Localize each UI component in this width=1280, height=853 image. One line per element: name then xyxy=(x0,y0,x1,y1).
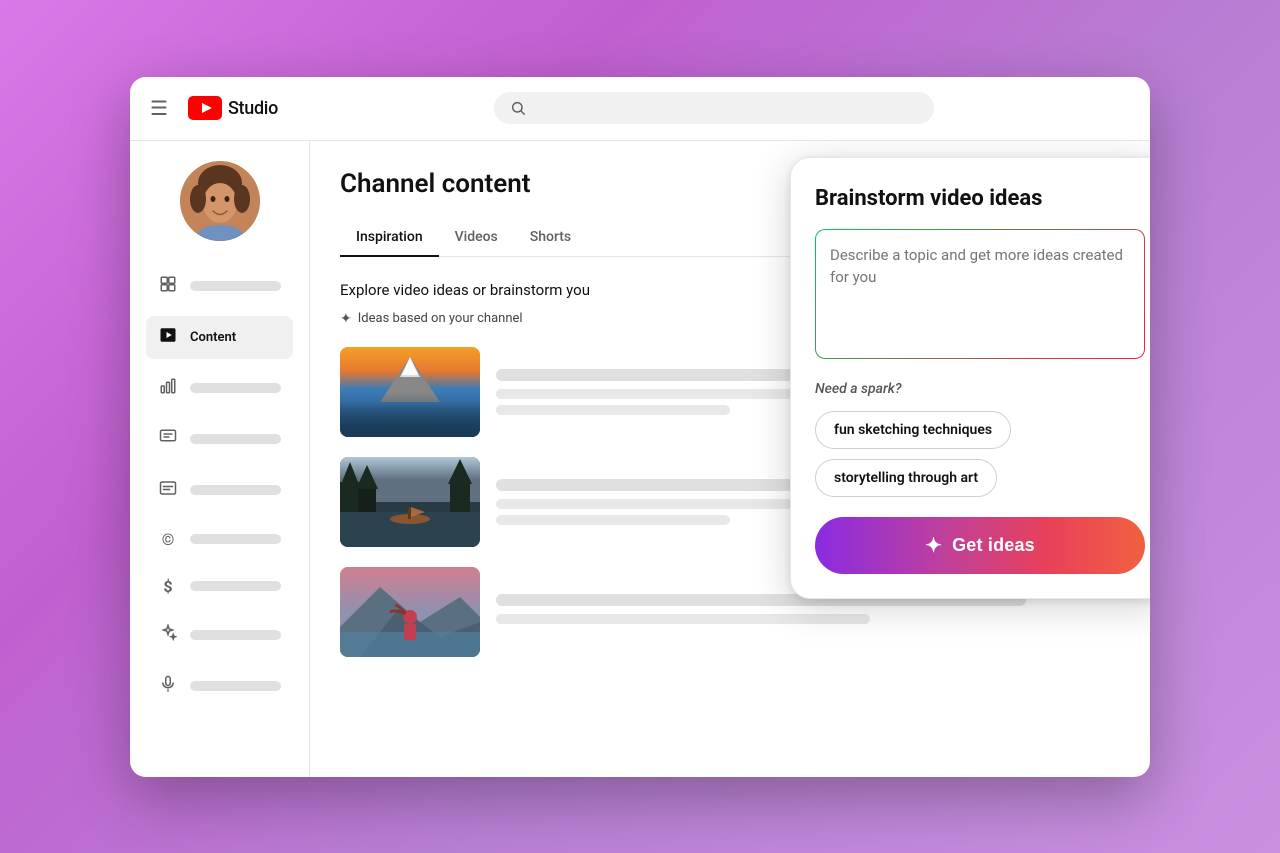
analytics-label-placeholder xyxy=(190,383,281,393)
get-ideas-button[interactable]: ✦ Get ideas xyxy=(815,517,1145,574)
brainstorm-panel: Brainstorm video ideas Need a spark? fun… xyxy=(790,157,1150,599)
content-label: Content xyxy=(190,330,236,345)
logo-area: Studio xyxy=(188,96,278,120)
hamburger-icon[interactable]: ☰ xyxy=(150,96,168,120)
star-icon: ✦ xyxy=(925,533,942,558)
video-meta-3 xyxy=(496,594,1120,630)
search-input[interactable] xyxy=(536,100,918,116)
sidebar-item-dashboard[interactable] xyxy=(146,265,293,308)
sidebar-item-audio[interactable] xyxy=(146,665,293,708)
video-thumbnail-1 xyxy=(340,347,480,437)
tab-shorts[interactable]: Shorts xyxy=(514,219,587,257)
customization-icon xyxy=(158,624,178,647)
main-content: Content xyxy=(130,141,1150,777)
brainstorm-title: Brainstorm video ideas xyxy=(815,186,1145,211)
sidebar-item-comments[interactable] xyxy=(146,418,293,461)
video-thumbnail-3 xyxy=(340,567,480,657)
chip-fun-sketching[interactable]: fun sketching techniques xyxy=(815,411,1011,449)
video-sub-bar-sm xyxy=(496,405,730,415)
ideas-tag-label: Ideas based on your channel xyxy=(358,311,523,326)
monetization-icon: $ xyxy=(158,577,178,596)
subtitles-icon xyxy=(158,479,178,502)
sidebar-item-subtitles[interactable] xyxy=(146,469,293,512)
sidebar-item-monetization[interactable]: $ xyxy=(146,567,293,606)
sidebar: Content xyxy=(130,141,310,777)
sidebar-label-placeholder xyxy=(190,281,281,291)
comments-icon xyxy=(158,428,178,451)
tab-videos[interactable]: Videos xyxy=(439,219,514,257)
copyright-icon: © xyxy=(158,530,178,549)
copyright-label-placeholder xyxy=(190,534,281,544)
spark-icon: ✦ xyxy=(340,311,352,327)
monetization-label-placeholder xyxy=(190,581,281,591)
get-ideas-label: Get ideas xyxy=(952,535,1035,556)
top-bar: ☰ Studio xyxy=(130,77,1150,141)
person-mountain-thumb xyxy=(340,567,480,657)
dashboard-icon xyxy=(158,275,178,298)
video-thumbnail-2 xyxy=(340,457,480,547)
page-area: Channel content Inspiration Videos Short… xyxy=(310,141,1150,777)
search-icon xyxy=(510,100,526,116)
browser-window: ☰ Studio xyxy=(130,77,1150,777)
forest-lake-thumb xyxy=(340,457,480,547)
sidebar-item-copyright[interactable]: © xyxy=(146,520,293,559)
video-sub-bar-3 xyxy=(496,614,870,624)
youtube-logo-icon xyxy=(188,96,222,120)
video-sub-bar-sm-2 xyxy=(496,515,730,525)
comments-label-placeholder xyxy=(190,434,281,444)
sidebar-item-customization[interactable] xyxy=(146,614,293,657)
sidebar-item-analytics[interactable] xyxy=(146,367,293,410)
content-icon xyxy=(158,326,178,349)
chip-storytelling[interactable]: storytelling through art xyxy=(815,459,997,497)
audio-icon xyxy=(158,675,178,698)
tab-inspiration[interactable]: Inspiration xyxy=(340,219,439,257)
search-bar[interactable] xyxy=(494,92,934,124)
audio-label-placeholder xyxy=(190,681,281,691)
avatar xyxy=(180,161,260,241)
sidebar-item-content[interactable]: Content xyxy=(146,316,293,359)
spark-prompt: Need a spark? xyxy=(815,381,1145,397)
studio-label: Studio xyxy=(228,98,278,119)
sidebar-nav: Content xyxy=(130,265,309,708)
chip-row: fun sketching techniques storytelling th… xyxy=(815,411,1145,497)
brainstorm-textarea[interactable] xyxy=(815,229,1145,359)
analytics-icon xyxy=(158,377,178,400)
avatar-image xyxy=(180,161,260,241)
mountain-lake-thumb xyxy=(340,347,480,437)
subtitles-label-placeholder xyxy=(190,485,281,495)
customization-label-placeholder xyxy=(190,630,281,640)
